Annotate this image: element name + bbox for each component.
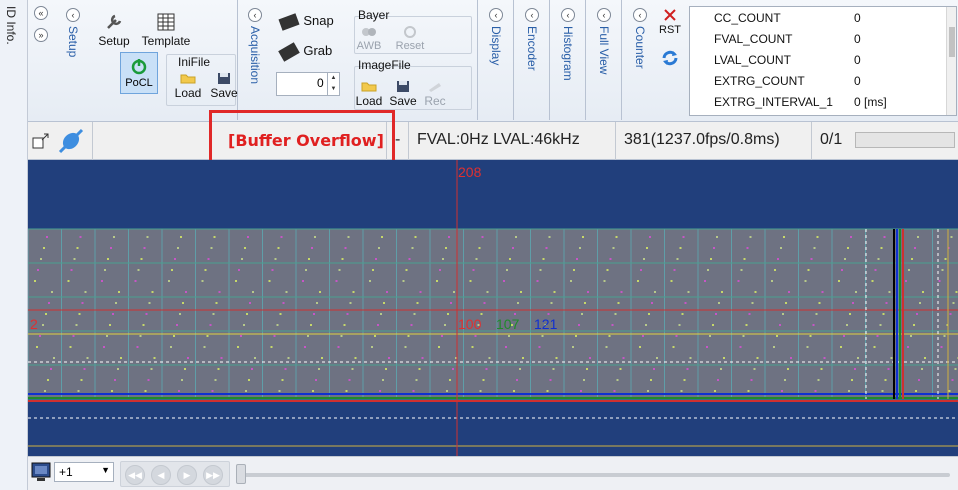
counter-name: FVAL_COUNT [714,32,793,46]
expand-view-icon[interactable] [32,132,50,153]
inifile-load-button[interactable]: Load [172,72,204,100]
setup-button[interactable]: Setup [94,12,134,48]
pixel-g-value: 107 [496,316,520,332]
display-collapse-icon[interactable]: ‹ [489,8,503,22]
grid-icon [157,13,175,31]
play-icon[interactable]: ▶ [177,465,197,485]
counter-name: LVAL_COUNT [714,53,791,67]
counter-name: CC_COUNT [714,11,781,25]
counter-value: 0 [854,32,861,46]
status-bar: [Buffer Overflow] - FVAL:0Hz LVAL:46kHz … [28,122,958,160]
grab-button[interactable]: Grab [278,42,348,62]
template-button[interactable]: Template [138,12,194,48]
histogram-group: ‹ Histogram [550,0,586,120]
counter-value: 0 [ms] [854,95,887,109]
counter-value: 0 [854,11,861,25]
imagefile-load-button[interactable]: Load [354,80,384,108]
color-dots-icon [362,28,376,36]
counter-group: ‹ Counter RST [622,0,688,120]
film-strip-icon [278,42,300,62]
grab-count-value: 0 [317,76,324,90]
power-icon [131,59,147,75]
bayer-title: Bayer [358,8,390,22]
first-frame-icon[interactable]: ◀◀ [125,465,145,485]
id-info-tab[interactable]: ID Info. [0,0,28,490]
inifile-save-button[interactable]: Save [208,72,240,100]
zoom-select[interactable]: +1 ▼ [54,462,114,482]
connection-icon[interactable] [56,126,86,159]
chevron-down-icon: ▼ [101,465,110,475]
frame-rate-readout: 381(1237.0fps/0.8ms) [615,122,811,160]
counter-name: EXTRG_COUNT [714,74,805,88]
full-view-group-label: Full View [597,26,611,75]
zoom-value: +1 [59,465,73,479]
bayer-reset-button[interactable]: Reset [392,24,428,52]
snap-button[interactable]: Snap [278,12,348,32]
full-view-collapse-icon[interactable]: ‹ [597,8,611,22]
setup-group: ‹ Setup Setup Template PoCL IniFile Load… [56,0,238,120]
acquisition-group: ‹ Acquisition Snap Grab 0 ▲ ▼ Bayer AWB R… [238,0,478,120]
reset-icon [404,26,416,38]
setup-collapse-icon[interactable]: ‹ [66,8,80,22]
frame-slider-thumb[interactable] [236,464,246,484]
frequency-readout: FVAL:0Hz LVAL:46kHz [408,122,615,160]
grab-count-spinner[interactable]: 0 ▲ ▼ [276,72,340,96]
expand-right-icon[interactable]: » [34,28,48,42]
folder-icon [180,74,196,84]
wrench-icon [107,14,122,29]
counter-group-label: Counter [633,26,647,69]
imagefile-save-button[interactable]: Save [388,80,418,108]
encoder-group-label: Encoder [525,26,539,71]
display-group-label: Display [489,26,503,66]
sensor-image [28,160,958,456]
inifile-title: IniFile [178,55,211,69]
floppy-icon [397,81,409,92]
histogram-group-label: Histogram [561,26,575,81]
ribbon-toolbar: « » ‹ Setup Setup Template PoCL IniFile … [28,0,958,122]
histogram-collapse-icon[interactable]: ‹ [561,8,575,22]
spinner-arrows-icon[interactable]: ▲ ▼ [327,73,339,95]
imagefile-title: ImageFile [358,58,411,72]
acquisition-collapse-icon[interactable]: ‹ [248,8,262,22]
close-x-icon [664,9,676,21]
record-icon [429,83,441,92]
status-empty-segment [92,122,212,160]
previous-frame-icon[interactable]: ◀ [151,465,171,485]
encoder-collapse-icon[interactable]: ‹ [525,8,539,22]
pixel-b-value: 121 [534,316,558,332]
folder-icon [361,82,377,92]
full-view-group: ‹ Full View [586,0,622,120]
id-info-label: ID Info. [4,6,18,45]
film-icon [278,13,300,31]
counter-value: 0 [854,53,861,67]
cursor-x-label: 208 [458,164,482,180]
refresh-button[interactable] [658,48,682,71]
acquisition-group-label: Acquisition [248,26,262,85]
counter-table: CC_COUNT 0 FVAL_COUNT 0 LVAL_COUNT 0 EXTRG_COU… [689,6,957,116]
refresh-icon [662,50,678,66]
rst-button[interactable]: RST [656,8,684,36]
pixel-r-value: 100 [458,316,482,332]
cursor-y-label: 2 [30,316,38,332]
buffer-progress-bar [855,132,955,148]
playback-controls: ◀◀ ◀ ▶ ▶▶ [120,461,230,487]
collapse-left-icon[interactable]: « [34,6,48,20]
pocl-button[interactable]: PoCL [120,52,158,94]
counter-name: EXTRG_INTERVAL_1 [714,95,833,109]
counter-collapse-icon[interactable]: ‹ [633,8,647,22]
floppy-icon [218,73,230,84]
counter-value: 0 [854,74,861,88]
encoder-group: ‹ Encoder [514,0,550,120]
imagefile-rec-button[interactable]: Rec [420,80,450,108]
frame-slider-track[interactable] [240,473,950,477]
awb-button[interactable]: AWB [354,24,384,52]
display-group: ‹ Display [478,0,514,120]
setup-group-label: Setup [66,26,80,58]
counter-scrollbar[interactable] [946,7,956,115]
last-frame-icon[interactable]: ▶▶ [203,465,223,485]
bottom-bar: +1 ▼ ◀◀ ◀ ▶ ▶▶ [28,456,958,490]
monitor-icon[interactable] [31,462,51,485]
image-viewport[interactable]: 208 2 100 107 121 [28,160,958,456]
